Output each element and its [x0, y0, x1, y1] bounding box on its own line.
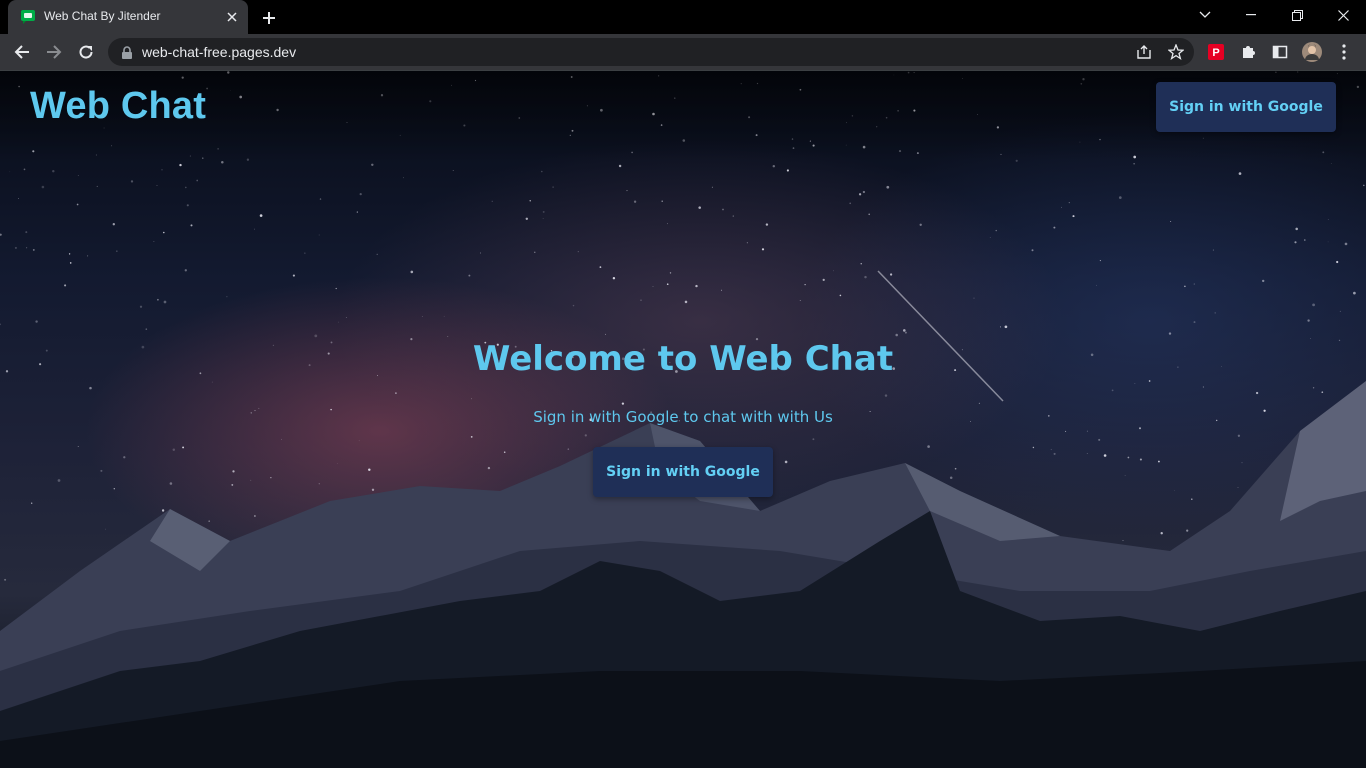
minimize-icon[interactable] [1228, 0, 1274, 30]
new-tab-icon[interactable] [258, 7, 280, 29]
address-bar[interactable]: web-chat-free.pages.dev [108, 38, 1194, 66]
tab-search-icon[interactable] [1182, 0, 1228, 30]
tab-active[interactable]: Web Chat By Jitender [8, 0, 248, 34]
site-logo[interactable]: Web Chat [30, 85, 206, 128]
tab-title: Web Chat By Jitender [44, 9, 161, 23]
kebab-menu-icon[interactable] [1334, 42, 1354, 62]
tab-strip: Web Chat By Jitender [0, 0, 1366, 34]
side-panel-icon[interactable] [1270, 42, 1290, 62]
google-chat-icon [20, 9, 36, 25]
reload-icon[interactable] [72, 38, 100, 66]
hero-subtitle: Sign in with Google to chat with with Us [533, 408, 833, 426]
restore-icon[interactable] [1274, 0, 1320, 30]
lock-icon[interactable] [120, 45, 134, 59]
header-signin-button[interactable]: Sign in with Google [1156, 82, 1336, 132]
close-tab-icon[interactable] [224, 9, 240, 25]
share-icon[interactable] [1134, 42, 1154, 62]
forward-icon[interactable] [40, 38, 68, 66]
hero-signin-button[interactable]: Sign in with Google [593, 447, 773, 497]
url-text[interactable]: web-chat-free.pages.dev [142, 44, 296, 60]
close-window-icon[interactable] [1320, 0, 1366, 30]
pinterest-icon[interactable]: P [1206, 42, 1226, 62]
svg-text:P: P [1212, 47, 1219, 59]
star-icon[interactable] [1166, 42, 1186, 62]
back-icon[interactable] [8, 38, 36, 66]
avatar[interactable] [1302, 42, 1322, 62]
hero-title: Welcome to Web Chat [472, 339, 894, 379]
puzzle-icon[interactable] [1238, 42, 1258, 62]
page-background: Web Chat Sign in with Google Welcome to … [0, 71, 1366, 768]
